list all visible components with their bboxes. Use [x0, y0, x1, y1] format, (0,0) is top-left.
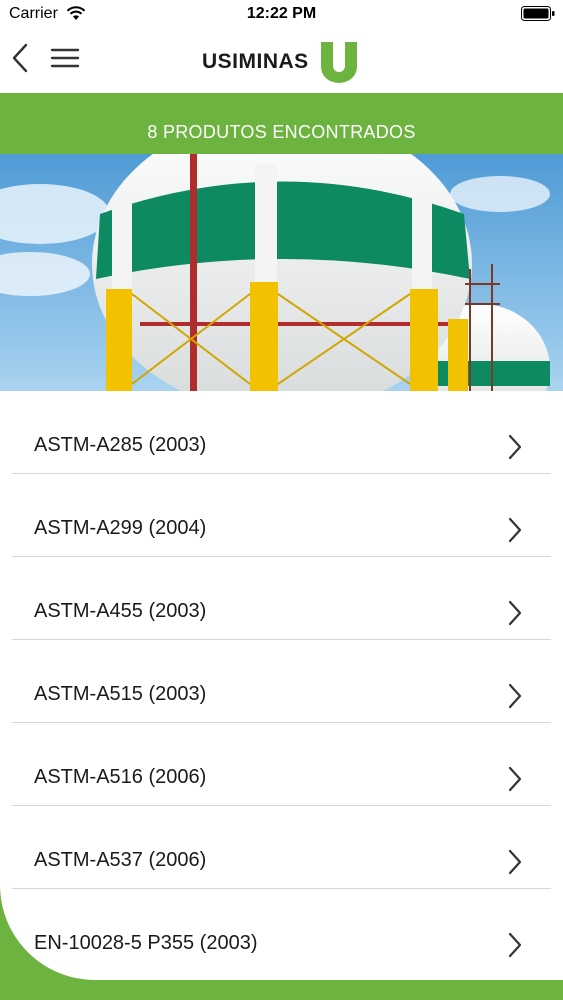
list-item[interactable]: ASTM-A515 (2003) [12, 640, 551, 723]
logo-u-mark [321, 42, 357, 83]
navigation-bar: USIMINAS [0, 30, 563, 93]
list-item[interactable]: ASTM-A285 (2003) [12, 391, 551, 474]
list-item[interactable]: ASTM-A455 (2003) [12, 557, 551, 640]
product-list: ASTM-A285 (2003) ASTM-A299 (2004) ASTM-A… [0, 391, 563, 971]
logo-text: USIMINAS [202, 50, 309, 73]
list-item[interactable]: ASTM-A537 (2006) [12, 806, 551, 889]
back-button[interactable] [6, 40, 36, 76]
results-banner: 8 PRODUTOS ENCONTRADOS [0, 93, 563, 154]
clock: 12:22 PM [246, 5, 317, 22]
chevron-right-icon [508, 517, 522, 543]
product-label: EN-10028-5 P355 (2003) [34, 932, 258, 954]
hero-image [0, 154, 563, 391]
list-item[interactable]: ASTM-A299 (2004) [12, 474, 551, 557]
chevron-right-icon [508, 434, 522, 460]
chevron-right-icon [508, 600, 522, 626]
list-item[interactable]: EN-10028-5 P355 (2003) [12, 889, 551, 971]
list-item[interactable]: ASTM-A516 (2006) [12, 723, 551, 806]
results-count-title: 8 PRODUTOS ENCONTRADOS [147, 122, 416, 142]
chevron-right-icon [508, 932, 522, 958]
menu-button[interactable] [48, 44, 82, 72]
chevron-right-icon [508, 766, 522, 792]
usiminas-logo: USIMINAS [202, 38, 362, 86]
battery-icon [521, 6, 555, 21]
chevron-right-icon [508, 683, 522, 709]
status-bar: Carrier 12:22 PM [0, 0, 563, 30]
chevron-right-icon [508, 849, 522, 875]
app-screen: Carrier 12:22 PM USIMINAS 8 PRODUTOS ENC… [0, 0, 563, 980]
